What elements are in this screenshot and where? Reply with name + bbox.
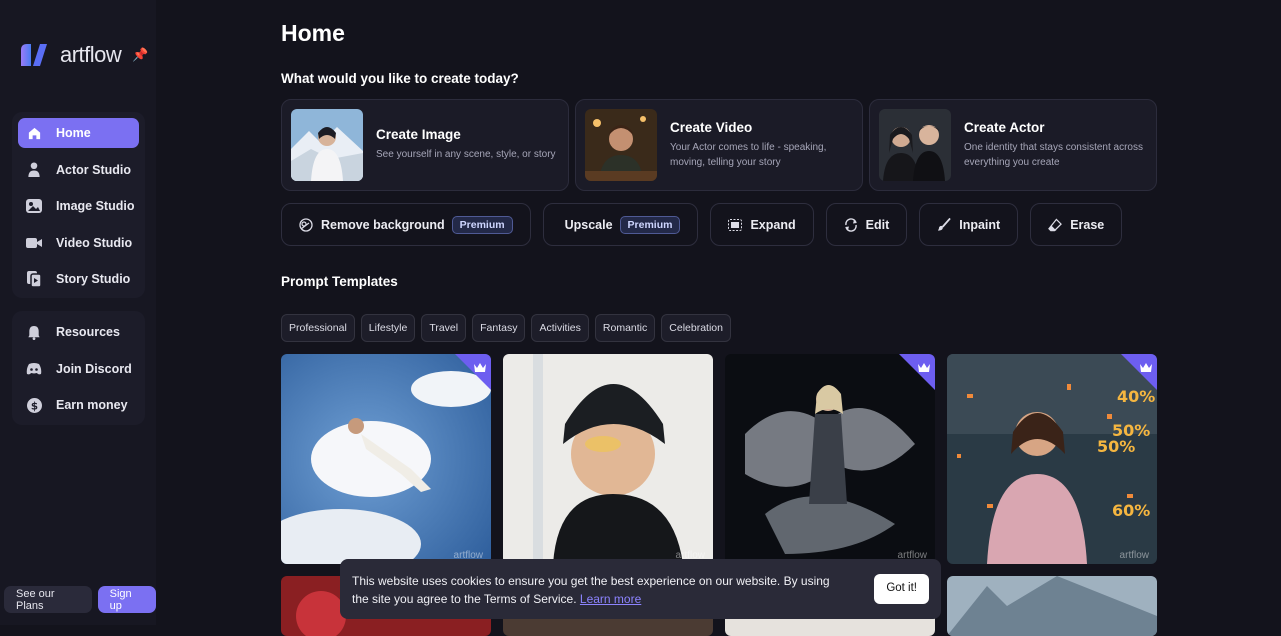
inpaint-button[interactable]: Inpaint (919, 203, 1019, 246)
svg-text:60%: 60% (1112, 501, 1150, 520)
cookie-accept-button[interactable]: Got it! (874, 574, 929, 604)
premium-crown-icon (455, 354, 491, 390)
template-card[interactable]: artflow (281, 354, 491, 564)
cookie-banner: This website uses cookies to ensure you … (340, 559, 941, 619)
sidebar-item-earn-money[interactable]: $ Earn money (18, 390, 139, 420)
sidebar-item-actor-studio[interactable]: Actor Studio (18, 155, 139, 185)
logo[interactable]: artflow (18, 42, 122, 68)
home-icon (26, 125, 42, 141)
secondary-nav: Resources Join Discord $ Earn money (12, 311, 145, 425)
page-title: Home (281, 20, 345, 46)
card-description: See yourself in any scene, style, or sto… (376, 149, 556, 161)
card-title: Create Actor (964, 120, 1045, 135)
filter-chip-activities[interactable]: Activities (531, 314, 589, 342)
template-image (503, 354, 713, 564)
filter-chip-fantasy[interactable]: Fantasy (472, 314, 526, 342)
sidebar-item-label: Join Discord (56, 361, 132, 376)
learn-more-link[interactable]: Learn more (580, 592, 641, 606)
card-description: One identity that stays consistent acros… (964, 142, 1143, 168)
template-card[interactable] (947, 576, 1157, 636)
image-icon (26, 198, 42, 214)
artflow-logo-icon (21, 44, 47, 66)
tool-label: Inpaint (959, 217, 1001, 232)
create-video-thumbnail (585, 109, 657, 181)
filter-chip-professional[interactable]: Professional (281, 314, 355, 342)
eraser-icon (1048, 217, 1063, 232)
template-card[interactable]: artflow (503, 354, 713, 564)
sidebar-item-image-studio[interactable]: Image Studio (18, 191, 139, 221)
primary-nav: Home Actor Studio Image Studio Video Stu… (12, 112, 145, 298)
template-grid: artflow artflow artflow 40% 50% 50% 60% … (281, 354, 1157, 564)
template-card[interactable]: 40% 50% 50% 60% artflow (947, 354, 1157, 564)
erase-button[interactable]: Erase (1030, 203, 1123, 246)
svg-text:$: $ (30, 400, 37, 412)
premium-badge: Premium (451, 215, 513, 234)
sidebar-item-label: Image Studio (56, 199, 135, 213)
tool-label: Expand (750, 217, 796, 232)
card-title: Create Image (376, 127, 461, 143)
upscale-button[interactable]: Upscale Premium (542, 203, 699, 246)
pin-icon[interactable]: 📌 (132, 47, 148, 63)
remove-bg-icon (299, 217, 313, 232)
create-image-thumbnail (291, 109, 363, 181)
brush-icon (937, 217, 951, 232)
sidebar-item-story-studio[interactable]: Story Studio (18, 264, 139, 294)
create-video-card[interactable]: Create Video Your Actor comes to life - … (575, 99, 863, 191)
filter-chip-celebration[interactable]: Celebration (661, 314, 731, 342)
sidebar-item-discord[interactable]: Join Discord (18, 354, 139, 384)
sidebar-item-video-studio[interactable]: Video Studio (18, 228, 139, 258)
card-title: Create Video (670, 120, 753, 135)
sidebar-item-home[interactable]: Home (18, 118, 139, 148)
sidebar-item-label: Home (56, 126, 91, 140)
quick-tools: Remove background Premium Upscale Premiu… (281, 203, 1123, 246)
watermark: artflow (1119, 550, 1149, 561)
edit-icon (844, 217, 858, 232)
edit-button[interactable]: Edit (825, 203, 908, 246)
story-icon (26, 271, 42, 287)
filter-chip-lifestyle[interactable]: Lifestyle (360, 314, 416, 342)
sidebar: artflow 📌 Home Actor Studio Image Studio… (0, 0, 156, 625)
sidebar-item-label: Actor Studio (56, 162, 131, 177)
dollar-icon: $ (26, 397, 42, 413)
person-icon (26, 162, 42, 178)
sidebar-item-label: Video Studio (56, 235, 133, 250)
tool-label: Erase (1070, 217, 1105, 232)
sidebar-item-label: Resources (56, 325, 120, 339)
premium-crown-icon (1121, 354, 1157, 390)
discord-icon (26, 361, 42, 377)
tool-label: Upscale (564, 217, 613, 232)
premium-badge: Premium (619, 215, 681, 234)
sidebar-footer: See our Plans Sign up (4, 586, 156, 613)
template-card[interactable]: artflow (725, 354, 935, 564)
card-description: Your Actor comes to life - speaking, mov… (670, 142, 827, 168)
expand-button[interactable]: Expand (710, 203, 814, 246)
create-actor-card[interactable]: Create Actor One identity that stays con… (869, 99, 1157, 191)
create-cards: Create Image See yourself in any scene, … (281, 99, 1157, 191)
filter-chip-romantic[interactable]: Romantic (594, 314, 656, 342)
create-image-card[interactable]: Create Image See yourself in any scene, … (281, 99, 569, 191)
template-image (947, 576, 1157, 636)
tool-label: Remove background (321, 217, 445, 232)
svg-text:50%: 50% (1097, 437, 1135, 456)
bell-icon (26, 324, 42, 340)
filter-chip-travel[interactable]: Travel (421, 314, 467, 342)
video-icon (26, 235, 42, 251)
tool-label: Edit (865, 217, 890, 232)
brand-name: artflow (60, 42, 122, 67)
sign-up-button[interactable]: Sign up (97, 586, 156, 613)
prompt-templates-heading: Prompt Templates (281, 274, 398, 289)
sidebar-item-label: Story Studio (56, 272, 131, 286)
template-filters: Professional Lifestyle Travel Fantasy Ac… (281, 314, 731, 342)
create-actor-thumbnail (879, 109, 951, 181)
premium-crown-icon (899, 354, 935, 390)
expand-icon (728, 218, 743, 232)
sidebar-item-resources[interactable]: Resources (18, 317, 139, 347)
see-plans-button[interactable]: See our Plans (4, 586, 92, 613)
sidebar-item-label: Earn money (56, 398, 128, 412)
cookie-message: This website uses cookies to ensure you … (352, 572, 832, 608)
create-prompt-heading: What would you like to create today? (281, 71, 519, 86)
remove-background-button[interactable]: Remove background Premium (281, 203, 531, 246)
